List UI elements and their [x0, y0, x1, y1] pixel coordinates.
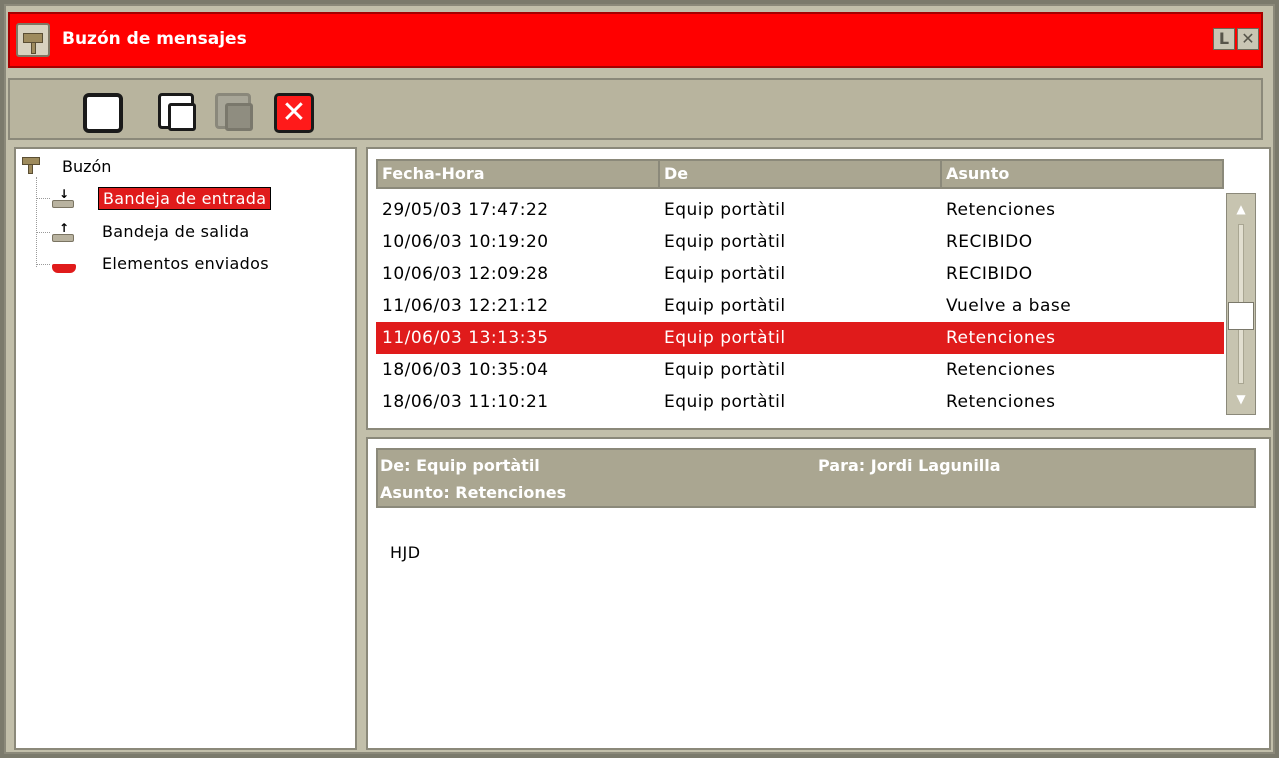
new-message-button[interactable]	[83, 93, 123, 133]
message-list-header: Fecha-Hora De Asunto	[376, 159, 1224, 189]
cell-subject: Retenciones	[946, 328, 1056, 348]
mailbox-icon	[22, 157, 42, 174]
minimize-button[interactable]: L	[1213, 28, 1235, 50]
preview-subject: Asunto: Retenciones	[380, 483, 567, 502]
delete-icon: ✕	[281, 95, 307, 130]
cell-from: Equip portàtil	[664, 392, 786, 412]
delete-button[interactable]: ✕	[274, 93, 314, 133]
cell-subject: Retenciones	[946, 360, 1056, 380]
message-list: 29/05/03 17:47:22 Equip portàtil Retenci…	[376, 194, 1224, 418]
cell-from: Equip portàtil	[664, 296, 786, 316]
close-icon: ✕	[1241, 29, 1255, 48]
cell-datetime: 29/05/03 17:47:22	[382, 200, 549, 220]
outbox-icon: ↑	[52, 222, 74, 242]
cell-subject: RECIBIDO	[946, 264, 1033, 284]
cell-subject: Vuelve a base	[946, 296, 1072, 316]
message-preview-panel: De: Equip portàtil Para: Jordi Lagunilla…	[366, 437, 1271, 750]
message-list-scrollbar[interactable]: ▲ ▼	[1226, 193, 1256, 415]
cell-from: Equip portàtil	[664, 360, 786, 380]
scroll-down-icon[interactable]: ▼	[1227, 388, 1255, 410]
preview-to: Para: Jordi Lagunilla	[818, 456, 1001, 475]
close-button[interactable]: ✕	[1237, 28, 1259, 50]
message-body: HJD	[390, 543, 421, 562]
cell-datetime: 18/06/03 10:35:04	[382, 360, 549, 380]
cell-from: Equip portàtil	[664, 232, 786, 252]
preview-from: De: Equip portàtil	[380, 456, 540, 475]
column-header-datetime[interactable]: Fecha-Hora	[378, 161, 660, 187]
table-row[interactable]: 18/06/03 10:35:04 Equip portàtil Retenci…	[376, 354, 1224, 386]
table-row-selected[interactable]: 11/06/03 13:13:35 Equip portàtil Retenci…	[376, 322, 1224, 354]
cell-datetime: 10/06/03 10:19:20	[382, 232, 549, 252]
cell-datetime: 10/06/03 12:09:28	[382, 264, 549, 284]
tree-item-label: Bandeja de entrada	[98, 187, 272, 210]
tree-connector	[36, 177, 37, 267]
tree-item-label: Elementos enviados	[102, 254, 269, 273]
cell-datetime: 18/06/03 11:10:21	[382, 392, 549, 412]
column-header-subject[interactable]: Asunto	[942, 161, 1224, 187]
message-preview-header: De: Equip portàtil Para: Jordi Lagunilla…	[376, 448, 1256, 508]
sent-items-icon	[52, 254, 76, 274]
tree-item-label: Bandeja de salida	[102, 222, 250, 241]
scroll-up-icon[interactable]: ▲	[1227, 198, 1255, 220]
cell-datetime: 11/06/03 12:21:12	[382, 296, 549, 316]
table-row[interactable]: 10/06/03 10:19:20 Equip portàtil RECIBID…	[376, 226, 1224, 258]
mailbox-icon	[16, 23, 50, 57]
minimize-icon: L	[1218, 29, 1230, 48]
inbox-icon: ↓	[52, 188, 74, 208]
scroll-thumb[interactable]	[1228, 302, 1254, 330]
toolbar: ✕	[8, 78, 1263, 140]
window-title: Buzón de mensajes	[62, 29, 247, 49]
tree-root-label: Buzón	[62, 157, 112, 176]
cell-subject: Retenciones	[946, 392, 1056, 412]
cell-from: Equip portàtil	[664, 200, 786, 220]
cell-from: Equip portàtil	[664, 328, 786, 348]
new-message-icon	[90, 100, 116, 126]
table-row[interactable]: 11/06/03 12:21:12 Equip portàtil Vuelve …	[376, 290, 1224, 322]
cell-from: Equip portàtil	[664, 264, 786, 284]
message-list-panel: Fecha-Hora De Asunto 29/05/03 17:47:22 E…	[366, 147, 1271, 430]
forward-button[interactable]	[215, 93, 255, 133]
title-bar: Buzón de mensajes L ✕	[8, 12, 1263, 68]
cell-subject: RECIBIDO	[946, 232, 1033, 252]
table-row[interactable]: 29/05/03 17:47:22 Equip portàtil Retenci…	[376, 194, 1224, 226]
cell-subject: Retenciones	[946, 200, 1056, 220]
reply-button[interactable]	[158, 93, 198, 133]
column-header-from[interactable]: De	[660, 161, 942, 187]
table-row[interactable]: 10/06/03 12:09:28 Equip portàtil RECIBID…	[376, 258, 1224, 290]
folder-tree: Buzón ↓ Bandeja de entrada ↑ Bandeja de …	[14, 147, 357, 750]
table-row[interactable]: 18/06/03 11:10:21 Equip portàtil Retenci…	[376, 386, 1224, 418]
cell-datetime: 11/06/03 13:13:35	[382, 328, 549, 348]
